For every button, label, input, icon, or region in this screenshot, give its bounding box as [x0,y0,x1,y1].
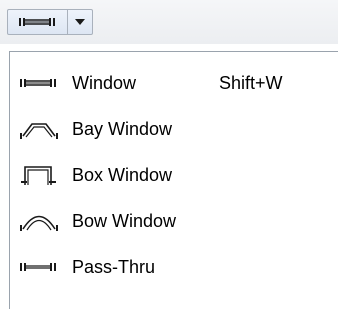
menu-item-bow-window[interactable]: Bow Window [10,200,338,242]
window-type-menu: Window Shift+W Bay Window Box Window Bow… [9,51,338,309]
window-icon [18,15,58,29]
menu-item-bay-window[interactable]: Bay Window [10,108,338,150]
chevron-down-icon [75,19,85,25]
pass-thru-icon [18,255,60,279]
toolbar [0,0,338,44]
box-window-icon [18,163,60,187]
window-split-button[interactable] [7,9,93,35]
menu-item-pass-thru[interactable]: Pass-Thru [10,246,338,288]
menu-item-label: Pass-Thru [72,256,156,277]
bay-window-icon [18,117,60,141]
menu-item-window[interactable]: Window Shift+W [10,62,338,104]
menu-item-box-window[interactable]: Box Window [10,154,338,196]
menu-item-label: Bow Window [72,210,177,231]
menu-item-label: Window [72,72,137,93]
bow-window-icon [18,209,60,233]
dropdown-toggle[interactable] [68,10,92,34]
menu-item-label: Box Window [72,164,173,185]
window-tool-button[interactable] [8,10,68,34]
menu-item-shortcut: Shift+W [219,72,283,93]
window-icon [18,71,60,95]
menu-item-label: Bay Window [72,118,173,139]
